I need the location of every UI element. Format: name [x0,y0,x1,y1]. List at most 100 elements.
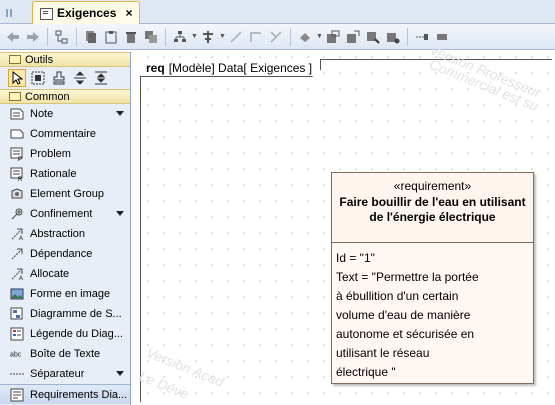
back-arrow-icon[interactable] [4,28,22,46]
rect-icon[interactable] [433,28,451,46]
palette-item-label: Forme en image [30,288,111,300]
palette-item-problem[interactable]: P Problem [0,144,130,164]
textbox-icon: abc [10,347,24,361]
frame-keyword: req [146,60,165,75]
requirement-text-line: utilisant le réseau [336,346,430,360]
problem-icon: P [10,147,24,161]
layout-icon[interactable] [171,28,189,46]
group-label: Common [25,90,70,103]
close-icon[interactable]: × [122,6,136,20]
palette-item-allocate[interactable]: A Allocate [0,264,130,284]
palette-item-label: Diagramme de S... [30,308,122,320]
chevron-down-icon[interactable] [116,111,124,116]
palette-item-abstraction[interactable]: A Abstraction [0,224,130,244]
tab-title: Exigences [57,6,117,20]
svg-text:abc: abc [10,352,22,359]
requirement-name: Faire bouillir de l'eau en utilisant de … [339,195,526,224]
diagram-tab-icon [39,6,53,20]
palette-item-label: Boîte de Texte [30,348,101,360]
palette-item-separator[interactable]: Séparateur [0,364,130,384]
palette-item-label: Requirements Dia... [30,388,128,401]
palette-item-label: Légende du Diag... [30,328,123,340]
toolbar-separator [76,27,77,46]
elbow-line-icon[interactable] [247,28,265,46]
requirement-stereotype: «requirement» [393,179,472,193]
requirement-text-line: électrique " [336,365,396,379]
palette-item-rationale[interactable]: R Rationale [0,164,130,184]
split-horizontal-icon[interactable] [71,69,89,87]
svg-text:P: P [18,157,22,161]
tab-list-icon[interactable] [4,6,26,20]
palette-item-textbox[interactable]: abc Boîte de Texte [0,344,130,364]
folder-icon [9,92,21,101]
diagram-canvas[interactable]: req [Modèle] Data[ Exigences ] Version P… [136,41,555,405]
tab-exigences[interactable]: Exigences × [32,1,140,24]
separator-icon [10,367,24,381]
palette-item-label: Confinement [30,208,93,220]
toolbar-separator [407,27,408,46]
legend-icon [10,327,24,341]
requirement-text-line: autonome et sécurisée en [336,327,475,341]
forward-arrow-icon[interactable] [24,28,42,46]
requirement-element[interactable]: «requirement» Faire bouillir de l'eau en… [331,172,534,384]
element-group-icon [10,187,24,201]
stamp-tool-icon[interactable] [50,69,68,87]
svg-text:A: A [19,236,23,241]
shape-d-icon[interactable] [384,28,402,46]
split-vertical-icon[interactable] [92,69,110,87]
delete-icon[interactable] [122,28,140,46]
group-label: Outils [25,53,54,66]
palette-item-image-shape[interactable]: Forme en image [0,284,130,304]
line-icon[interactable] [227,28,245,46]
layers-icon[interactable] [142,28,160,46]
pointer-tool-icon[interactable] [8,69,26,87]
chevron-down-icon[interactable]: ▼ [219,33,226,40]
requirement-text-line: volume d'eau de manière [336,308,471,322]
tab-bar: Exigences × [0,0,555,24]
palette-item-comment[interactable]: Commentaire [0,124,130,144]
fill-icon[interactable] [296,28,314,46]
palette-item-dependency[interactable]: Dépendance [0,244,130,264]
diagram-frame-header[interactable]: req [Modèle] Data[ Exigences ] [140,59,322,77]
palette-item-confinement[interactable]: Confinement [0,204,130,224]
rationale-icon: R [10,167,24,181]
toolbar-separator [290,27,291,46]
toolbar-separator [47,27,48,46]
tree-icon[interactable] [53,28,71,46]
palette-item-note[interactable]: Note [0,104,130,124]
folder-icon [9,55,21,64]
palette-group-common[interactable]: Common [0,89,130,104]
marquee-tool-icon[interactable] [29,69,47,87]
palette-item-label: Problem [30,148,71,160]
palette-item-requirements-diagram[interactable]: Requirements Dia... [0,384,130,404]
palette-item-label: Allocate [30,268,70,280]
diagram-toolbar: ▼ ▼ ▼ [0,24,555,50]
more-icon[interactable] [413,28,431,46]
palette-item-label: Rationale [30,168,77,180]
comment-icon [10,127,24,141]
palette-group-outils[interactable]: Outils [0,52,130,67]
routing-icon[interactable] [267,28,285,46]
note-icon [10,107,24,121]
chevron-down-icon[interactable]: ▼ [316,33,323,40]
palette-item-element-group[interactable]: Element Group [0,184,130,204]
shape-c-icon[interactable] [364,28,382,46]
chevron-down-icon[interactable] [116,371,124,376]
paste-icon[interactable] [102,28,120,46]
toolbar-separator [165,27,166,46]
palette-item-legend[interactable]: Légende du Diag... [0,324,130,344]
shape-a-icon[interactable] [324,28,342,46]
chevron-down-icon[interactable] [116,211,124,216]
palette-item-label: Dépendance [30,248,93,260]
copy-icon[interactable] [82,28,100,46]
frame-label: [Modèle] Data[ Exigences ] [168,60,313,75]
palette-item-label: Element Group [30,188,104,200]
chevron-down-icon[interactable]: ▼ [191,33,198,40]
abstraction-icon: A [10,227,24,241]
shape-b-icon[interactable] [344,28,362,46]
requirements-diagram-icon [10,388,24,402]
align-icon[interactable] [199,28,217,46]
diagram-palette: Outils Common Note Commentaire P Problem [0,52,131,405]
palette-item-diagram[interactable]: Diagramme de S... [0,304,130,324]
image-shape-icon [10,287,24,301]
